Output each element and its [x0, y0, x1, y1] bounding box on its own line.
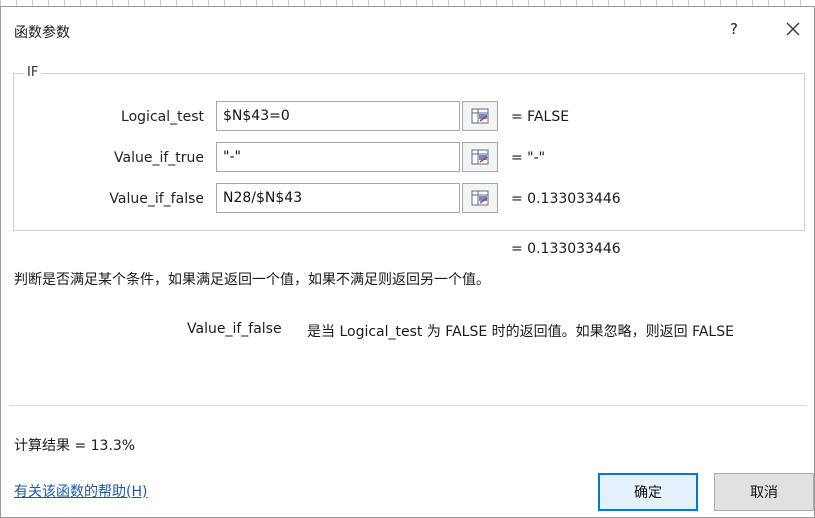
arg-label-value-if-false: Value_if_false [109, 191, 204, 207]
dialog-title: 函数参数 [14, 25, 70, 41]
function-description: 判断是否满足某个条件，如果满足返回一个值，如果不满足则返回另一个值。 [14, 272, 490, 288]
range-selector-icon [471, 149, 489, 165]
logical-test-ref-button[interactable] [462, 101, 498, 131]
value-if-false-input[interactable]: N28/$N$43 [216, 183, 460, 213]
value-if-false-ref-button[interactable] [462, 183, 498, 213]
close-icon [786, 22, 800, 36]
help-button[interactable]: ? [723, 17, 745, 41]
range-selector-icon [471, 190, 489, 206]
calculation-result: 计算结果 = 13.3% [14, 438, 136, 454]
value-if-false-result: = 0.133033446 [511, 191, 621, 207]
value-if-true-ref-button[interactable] [462, 142, 498, 172]
range-selector-icon [471, 108, 489, 124]
function-help-link[interactable]: 有关该函数的帮助(H) [14, 481, 147, 501]
arg-label-value-if-true: Value_if_true [114, 150, 204, 166]
function-name-label: IF [24, 65, 42, 80]
ok-button[interactable]: 确定 [598, 473, 698, 511]
parameter-help-name: Value_if_false [187, 321, 282, 337]
logical-test-result: = FALSE [511, 109, 570, 125]
arg-label-logical-test: Logical_test [121, 109, 204, 125]
divider [9, 405, 806, 406]
close-button[interactable] [781, 17, 805, 41]
parameter-help-text: 是当 Logical_test 为 FALSE 时的返回值。如果忽略，则返回 F… [307, 324, 734, 340]
value-if-true-result: = "-" [511, 150, 546, 166]
cancel-button[interactable]: 取消 [714, 473, 814, 511]
function-arguments-dialog: 函数参数 ? IF Logical_test $N$43=0 = FALSE V… [0, 6, 815, 518]
formula-result: = 0.133033446 [511, 241, 621, 257]
logical-test-input[interactable]: $N$43=0 [216, 101, 460, 131]
value-if-true-input[interactable]: "-" [216, 142, 460, 172]
